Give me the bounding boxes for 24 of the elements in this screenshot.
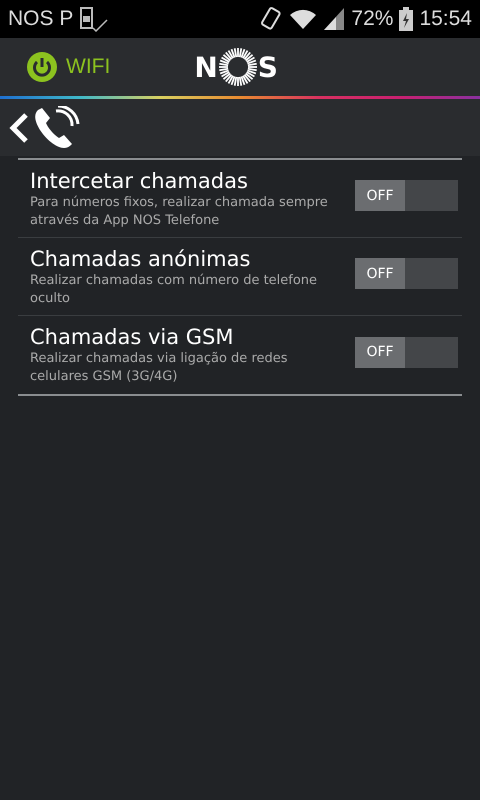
battery-charging-icon [399, 7, 414, 31]
toggle-switch[interactable]: OFF [355, 336, 458, 368]
battery-percent: 72% [351, 7, 394, 31]
signal-icon [323, 7, 346, 31]
setting-title: Chamadas anónimas [30, 246, 252, 272]
wifi-icon [289, 8, 318, 30]
clock: 15:54 [419, 7, 472, 31]
toggle-switch[interactable]: OFF [355, 258, 458, 289]
wifi-button[interactable]: WIFI [0, 52, 110, 82]
screen-rotation-icon [259, 6, 284, 32]
sunburst-icon [218, 47, 258, 87]
logo-letter: S [258, 50, 278, 84]
setting-description: Para números fixos, realizar chamada sempre através da App NOS Telefone [30, 194, 329, 230]
setting-title: Intercetar chamadas [30, 168, 249, 194]
phone-icon [32, 106, 80, 150]
toggle-switch[interactable]: OFF [355, 180, 458, 211]
logo-letter: N [194, 50, 218, 84]
sim-toolkit-icon [79, 6, 110, 32]
setting-title: Chamadas via GSM [30, 324, 235, 350]
setting-description: Realizar chamadas via ligação de redes celulares GSM (3G/4G) [30, 350, 289, 386]
setting-description: Realizar chamadas com número de telefone oculto [30, 272, 318, 308]
back-button[interactable] [8, 112, 30, 144]
carrier-name: NOS P [8, 7, 74, 31]
power-icon [27, 52, 57, 82]
